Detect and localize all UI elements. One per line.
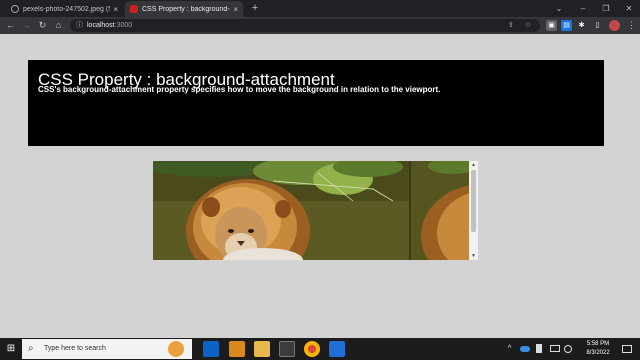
minimize-button[interactable]: – [572,0,594,17]
tab-strip: pexels-photo-247502.jpeg (515× × CSS Pro… [0,0,640,17]
onedrive-icon[interactable] [520,346,530,352]
close-window-button[interactable]: ✕ [618,0,640,17]
system-clock[interactable]: 5:58 PM 8/3/2022 [580,340,616,358]
restore-button[interactable]: ❐ [595,0,617,17]
sublime-text-icon[interactable] [229,341,245,357]
network-icon[interactable] [550,345,560,352]
file-explorer-icon[interactable] [254,341,270,357]
scroll-up-icon[interactable]: ▲ [469,161,478,169]
url-host: localhost [87,22,115,29]
scrollbar-thumb[interactable] [471,170,476,232]
page-viewport: CSS Property : background-attachment CSS… [0,34,640,338]
share-icon[interactable]: ⇪ [508,19,514,32]
browser-toolbar: ← → ↻ ⌂ ⓘ localhost:3000 ⇪ ☆ ▣ ▤ ✱ ▯ ⋮ [0,17,640,34]
address-bar[interactable]: ⓘ localhost:3000 ⇪ ☆ [70,19,540,32]
mail-app-icon[interactable] [203,341,219,357]
forward-arrow-icon[interactable]: → [19,18,34,33]
windows-taskbar: ⊞ ⌕ Type here to search ^ 5:58 PM 8/3/20… [0,338,640,360]
reload-icon[interactable]: ↻ [35,18,50,33]
clock-time: 5:58 PM [586,341,610,347]
extension-icon[interactable]: ▣ [546,20,557,31]
search-placeholder: Type here to search [44,345,106,352]
tab-search-icon[interactable]: ⌄ [548,0,570,17]
profile-avatar[interactable] [609,20,620,31]
news-widget-icon[interactable] [168,341,184,357]
page-favicon-icon [130,5,138,13]
tab-title: CSS Property : background-attac [142,5,230,13]
battery-icon[interactable] [536,344,542,353]
vertical-scrollbar[interactable]: ▲ ▼ [469,161,478,260]
site-info-icon[interactable]: ⓘ [76,19,83,32]
chrome-icon[interactable] [304,341,320,357]
globe-icon [11,5,19,13]
start-windows-icon[interactable]: ⊞ [3,340,19,358]
search-icon: ⌕ [28,343,34,354]
vscode-icon[interactable] [329,341,345,357]
tray-overflow-icon[interactable]: ^ [508,338,511,360]
scroll-down-icon[interactable]: ▼ [469,252,478,260]
url-text[interactable]: localhost:3000 [87,19,132,32]
extensions-puzzle-icon[interactable]: ✱ [576,20,587,31]
bookmark-star-icon[interactable]: ☆ [525,19,531,32]
taskbar-search-box[interactable]: ⌕ Type here to search [22,339,192,359]
home-icon[interactable]: ⌂ [51,18,66,33]
back-arrow-icon[interactable]: ← [3,18,18,33]
page-header: CSS Property : background-attachment CSS… [28,60,604,146]
notifications-icon[interactable] [622,345,632,353]
tab-close-icon[interactable]: × [233,5,238,14]
clock-date: 8/3/2022 [586,350,610,356]
new-tab-button[interactable]: + [248,1,262,15]
browser-menu-icon[interactable]: ⋮ [624,18,639,33]
tab-close-icon[interactable]: × [113,5,118,14]
terminal-icon[interactable] [279,341,295,357]
extension-icon[interactable]: ▤ [561,20,572,31]
side-panel-icon[interactable]: ▯ [592,20,603,31]
background-scroll-box[interactable]: ▲ ▼ [153,161,478,260]
volume-icon[interactable] [564,345,572,353]
page-description: CSS's background-attachment property spe… [38,85,441,94]
tab-image[interactable]: pexels-photo-247502.jpeg (515× × [6,1,123,17]
tab-css-property[interactable]: CSS Property : background-attac × [125,1,243,17]
url-port: :3000 [114,22,133,29]
tab-title: pexels-photo-247502.jpeg (515× [23,5,111,13]
lion-background-image [153,161,469,260]
